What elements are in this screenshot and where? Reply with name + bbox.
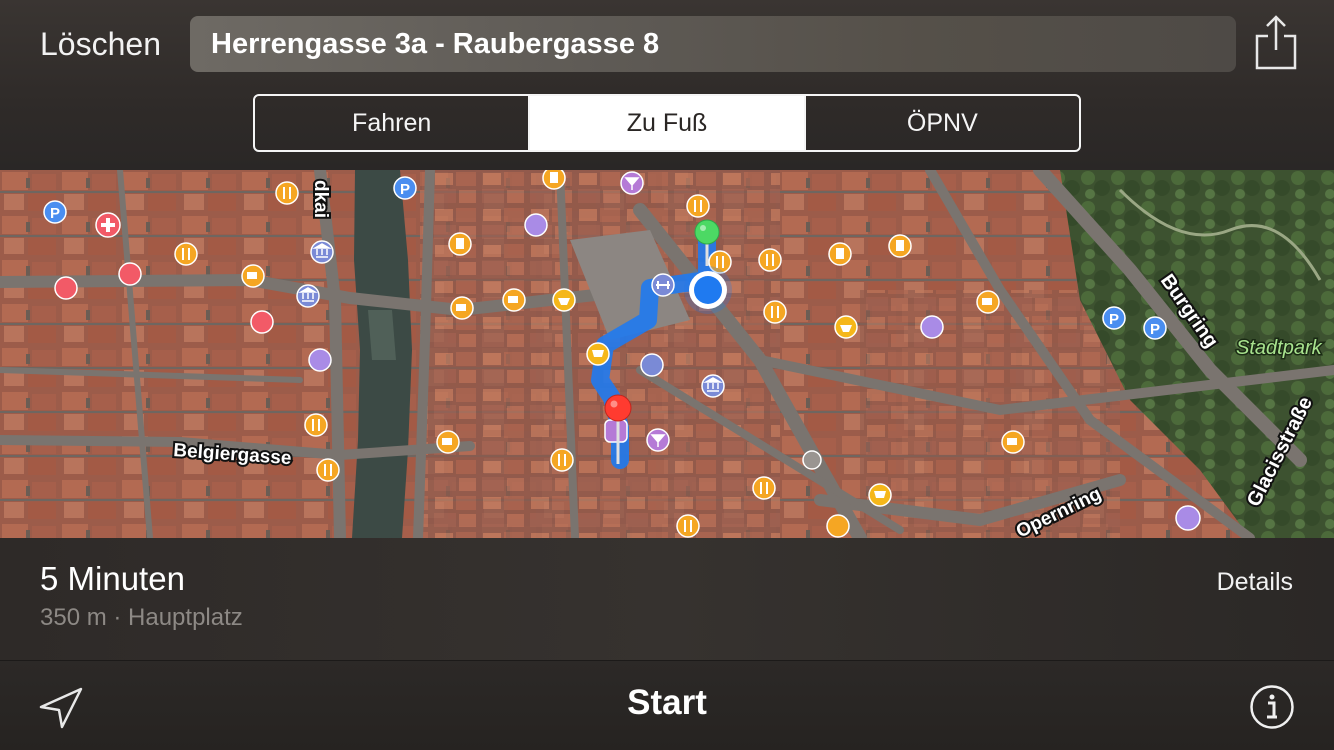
hotel-icon[interactable]	[308, 348, 332, 372]
parking-icon[interactable]: P	[1143, 316, 1167, 340]
shopping-basket-icon[interactable]	[834, 315, 858, 339]
info-button[interactable]	[1249, 684, 1295, 730]
restaurant-icon[interactable]	[676, 514, 700, 538]
park-label-stadtpark: Stadtpark	[1236, 337, 1323, 359]
pharmacy-icon[interactable]	[118, 262, 142, 286]
hospital-icon[interactable]	[95, 212, 121, 238]
shopping-cart-icon[interactable]	[586, 342, 610, 366]
svg-text:P: P	[1109, 311, 1119, 328]
hotel-icon[interactable]	[524, 213, 548, 237]
restaurant-icon[interactable]	[758, 248, 782, 272]
route-distance-destination: 350 m · Hauptplatz	[40, 604, 243, 631]
shopping-basket-icon[interactable]	[552, 288, 576, 312]
beer-icon[interactable]	[542, 170, 566, 190]
cafe-icon[interactable]	[436, 430, 460, 454]
tab-driving[interactable]: Fahren	[255, 96, 528, 150]
tab-walking[interactable]: Zu Fuß	[528, 96, 804, 150]
restaurant-icon[interactable]	[763, 300, 787, 324]
ice-cream-icon[interactable]	[826, 514, 850, 538]
restroom-icon[interactable]	[604, 419, 628, 443]
cafe-icon[interactable]	[502, 288, 526, 312]
svg-text:P: P	[50, 205, 60, 222]
transport-mode-control: Fahren Zu Fuß ÖPNV	[253, 94, 1081, 152]
bar-icon[interactable]	[620, 171, 644, 195]
route-summary[interactable]: 5 Minuten 350 m · Hauptplatz Details	[0, 538, 1334, 661]
street-label-kai: dkai	[310, 180, 331, 218]
shopping-cart-icon[interactable]	[868, 483, 892, 507]
museum-icon[interactable]	[701, 374, 725, 398]
map-view[interactable]: Belgiergasse dkai Burgring Glacisstraße …	[0, 170, 1334, 538]
start-button[interactable]: Start	[567, 683, 767, 723]
svg-text:P: P	[400, 181, 410, 198]
pharmacy-icon[interactable]	[54, 276, 78, 300]
share-icon	[1255, 15, 1297, 70]
beer-icon[interactable]	[828, 242, 852, 266]
restaurant-icon[interactable]	[550, 448, 574, 472]
route-duration: 5 Minuten	[40, 560, 185, 597]
location-arrow-icon	[39, 687, 83, 729]
cafe-icon[interactable]	[241, 264, 265, 288]
current-location-icon	[684, 266, 732, 314]
tracking-button[interactable]	[38, 685, 84, 731]
museum-icon[interactable]	[296, 284, 320, 308]
hotel-icon[interactable]	[920, 315, 944, 339]
restaurant-icon[interactable]	[275, 181, 299, 205]
cafe-icon[interactable]	[450, 296, 474, 320]
landmark-dot-icon	[802, 450, 822, 470]
clear-button[interactable]: Löschen	[40, 24, 161, 64]
parking-icon[interactable]: P	[43, 200, 67, 224]
parking-icon[interactable]: P	[1102, 306, 1126, 330]
route-field[interactable]: Herrengasse 3a - Raubergasse 8	[190, 16, 1236, 72]
beer-icon[interactable]	[448, 232, 472, 256]
beer-icon[interactable]	[888, 234, 912, 258]
bar-icon[interactable]	[646, 428, 670, 452]
restaurant-icon[interactable]	[316, 458, 340, 482]
fitness-icon[interactable]	[651, 273, 675, 297]
share-button[interactable]	[1254, 14, 1298, 72]
tab-transit[interactable]: ÖPNV	[803, 96, 1079, 150]
restaurant-icon[interactable]	[686, 194, 710, 218]
cafe-icon[interactable]	[1001, 430, 1025, 454]
theatre-icon[interactable]	[1175, 505, 1201, 531]
svg-text:P: P	[1150, 321, 1160, 338]
cafe-icon[interactable]	[976, 290, 1000, 314]
pharmacy-icon[interactable]	[250, 310, 274, 334]
restaurant-icon[interactable]	[304, 413, 328, 437]
details-button[interactable]: Details	[1217, 568, 1293, 597]
river-weir	[368, 310, 396, 360]
bottom-toolbar: Start	[0, 661, 1334, 750]
museum-icon[interactable]	[310, 240, 334, 264]
satellite-map[interactable]: Belgiergasse dkai Burgring Glacisstraße …	[0, 170, 1334, 538]
museum-icon[interactable]	[640, 353, 664, 377]
parking-icon[interactable]: P	[393, 176, 417, 200]
restaurant-icon[interactable]	[174, 242, 198, 266]
restaurant-icon[interactable]	[752, 476, 776, 500]
directions-header: Löschen Herrengasse 3a - Raubergasse 8 F…	[0, 0, 1334, 170]
info-icon	[1250, 685, 1294, 729]
